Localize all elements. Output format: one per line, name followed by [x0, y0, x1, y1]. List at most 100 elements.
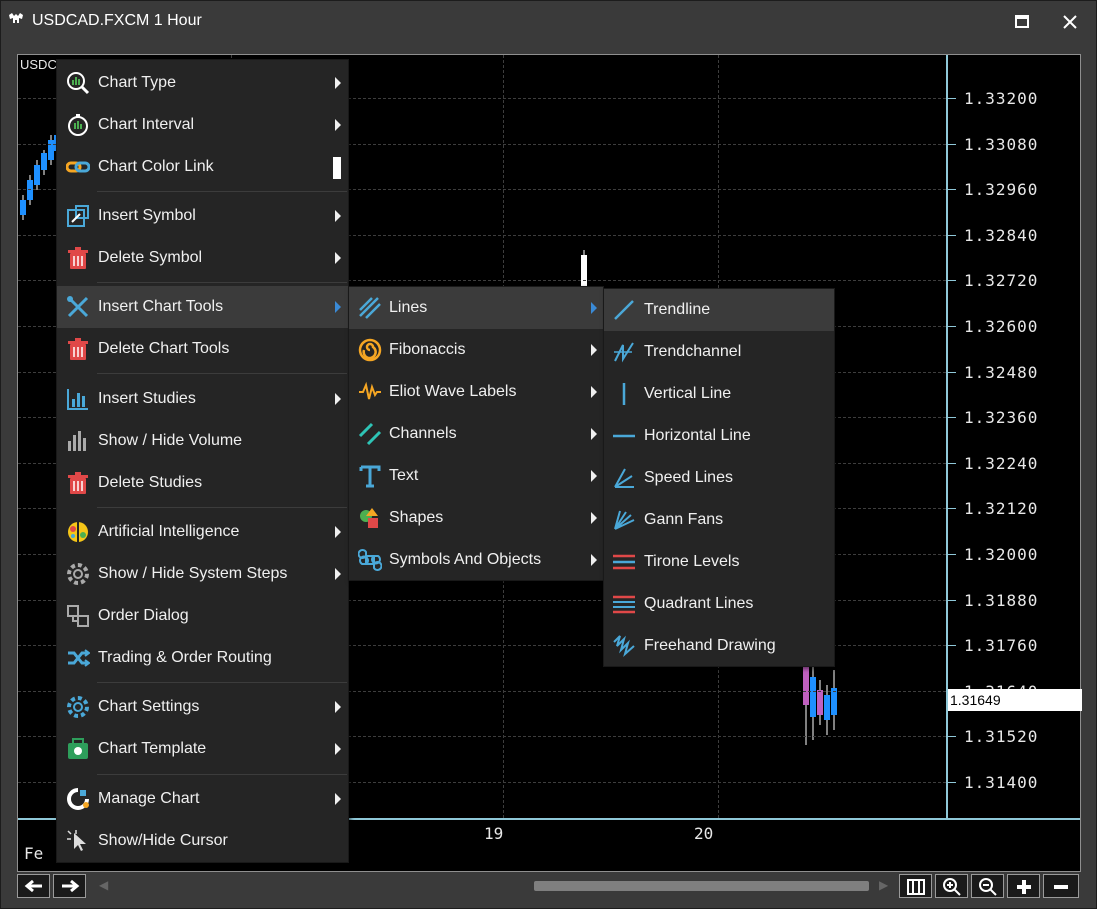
menu-item-label: Artificial Intelligence — [98, 523, 240, 540]
zoom-out-button[interactable] — [971, 874, 1004, 898]
time-tick-label: Fe — [24, 844, 44, 863]
menu-item-insert-chart-tools[interactable]: Insert Chart Tools — [57, 286, 348, 328]
maximize-button[interactable] — [1008, 9, 1036, 35]
template-icon — [68, 738, 88, 759]
submenu-arrow-icon — [591, 470, 597, 482]
lines-icon — [359, 297, 381, 319]
submenu-item-label: Text — [389, 467, 419, 484]
menu-item-chart-interval[interactable]: Chart Interval — [57, 104, 348, 146]
menu-separator — [97, 191, 347, 192]
menu-item-delete-symbol[interactable]: Delete Symbol — [57, 237, 348, 279]
lines-item-label: Vertical Line — [644, 385, 732, 402]
menu-item-delete-studies[interactable]: Delete Studies — [57, 462, 348, 504]
fit-button[interactable] — [899, 874, 932, 898]
maximize-icon — [1015, 15, 1029, 28]
menu-item-chart-settings[interactable]: Chart Settings — [57, 686, 348, 728]
gear-steps-icon — [67, 563, 89, 585]
submenu-item-eliot-wave-labels[interactable]: Eliot Wave Labels — [349, 371, 603, 413]
window-title: USDCAD.FXCM 1 Hour — [32, 12, 202, 29]
candle-body — [34, 165, 40, 185]
price-axis[interactable]: 1.33200 1.33080 1.32960 1.32840 1.32720 1.326… — [946, 55, 1082, 818]
plus-icon — [1016, 880, 1031, 894]
zoom-in-icon — [942, 878, 961, 896]
submenu-arrow-icon — [335, 743, 341, 755]
menu-item-label: Trading & Order Routing — [98, 649, 272, 666]
close-button[interactable] — [1056, 9, 1084, 35]
price-tick-label: 1.33080 — [964, 135, 1039, 154]
candle-body — [27, 180, 33, 200]
submenu-arrow-icon — [335, 701, 341, 713]
lines-item-label: Gann Fans — [644, 511, 724, 528]
menu-item-show-hide-cursor[interactable]: Show/Hide Cursor — [57, 820, 348, 862]
time-tick-label: 20 — [694, 824, 714, 843]
decrease-button[interactable] — [1043, 874, 1079, 898]
scrollbar-thumb[interactable] — [534, 881, 869, 891]
menu-item-chart-color-link[interactable]: Chart Color Link — [57, 146, 348, 188]
price-tick-label: 1.31400 — [964, 773, 1039, 792]
lines-item-horizontal-line[interactable]: Horizontal Line — [604, 415, 834, 457]
lines-item-trendchannel[interactable]: Trendchannel — [604, 331, 834, 373]
scroll-right-button[interactable] — [53, 874, 86, 898]
submenu-arrow-icon — [591, 512, 597, 524]
menu-item-chart-type[interactable]: Chart Type — [57, 62, 348, 104]
scroll-right-arrow-icon[interactable]: ▶ — [879, 878, 888, 892]
lines-item-label: Trendline — [644, 301, 711, 318]
gann-fan-icon — [614, 510, 635, 530]
lines-item-speed-lines[interactable]: Speed Lines — [604, 457, 834, 499]
submenu-item-channels[interactable]: Channels — [349, 413, 603, 455]
lines-item-freehand-drawing[interactable]: Freehand Drawing — [604, 625, 834, 667]
submenu-arrow-icon — [335, 301, 341, 313]
increase-button[interactable] — [1007, 874, 1040, 898]
submenu-arrow-icon — [335, 119, 341, 131]
submenu-item-label: Fibonaccis — [389, 341, 466, 358]
freehand-icon — [613, 635, 635, 657]
zoom-in-button[interactable] — [935, 874, 968, 898]
chart-type-magnifier-icon — [67, 72, 90, 95]
command-symbol-icon — [357, 549, 383, 571]
title-bar[interactable]: USDCAD.FXCM 1 Hour — [1, 1, 1096, 43]
submenu-item-shapes[interactable]: Shapes — [349, 497, 603, 539]
menu-item-delete-chart-tools[interactable]: Delete Chart Tools — [57, 328, 348, 370]
menu-item-chart-template[interactable]: Chart Template — [57, 728, 348, 770]
scroll-left-button[interactable] — [17, 874, 50, 898]
menu-item-manage-chart[interactable]: Manage Chart — [57, 778, 348, 820]
scroll-left-arrow-icon[interactable]: ◀ — [99, 878, 108, 892]
submenu-item-text[interactable]: Text — [349, 455, 603, 497]
candle-body — [20, 200, 26, 215]
volume-bars-icon — [68, 431, 86, 451]
lines-item-tirone-levels[interactable]: Tirone Levels — [604, 541, 834, 583]
menu-item-insert-symbol[interactable]: Insert Symbol — [57, 195, 348, 237]
menu-item-show-hide-volume[interactable]: Show / Hide Volume — [57, 420, 348, 462]
menu-item-show-hide-system-steps[interactable]: Show / Hide System Steps — [57, 553, 348, 595]
horizontal-scrollbar[interactable]: ◀ ▶ — [99, 878, 889, 894]
submenu-arrow-icon — [335, 77, 341, 89]
menu-item-artificial-intelligence[interactable]: Artificial Intelligence — [57, 511, 348, 553]
color-link-swatch[interactable] — [333, 157, 341, 179]
lines-item-vertical-line[interactable]: Vertical Line — [604, 373, 834, 415]
menu-item-insert-studies[interactable]: Insert Studies — [57, 378, 348, 420]
arrow-right-icon — [61, 879, 79, 893]
submenu-arrow-icon — [335, 210, 341, 222]
menu-item-label: Insert Symbol — [98, 207, 196, 224]
price-tick-label: 1.32480 — [964, 363, 1039, 382]
candle-body — [41, 153, 47, 170]
menu-item-label: Insert Chart Tools — [98, 298, 224, 315]
price-tick — [948, 463, 956, 464]
submenu-item-lines[interactable]: Lines — [349, 287, 603, 329]
routing-arrows-icon — [68, 649, 91, 667]
menu-item-order-dialog[interactable]: Order Dialog — [57, 595, 348, 637]
price-tick-label: 1.32120 — [964, 499, 1039, 518]
submenu-item-symbols-and-objects[interactable]: Symbols And Objects — [349, 539, 603, 581]
lines-item-trendline[interactable]: Trendline — [604, 289, 834, 331]
manage-chart-icon — [67, 788, 89, 810]
menu-item-trading-order-routing[interactable]: Trading & Order Routing — [57, 637, 348, 679]
submenu-item-label: Symbols And Objects — [389, 551, 542, 568]
candle-body — [803, 665, 809, 705]
trash-icon — [68, 472, 88, 494]
menu-item-label: Delete Chart Tools — [98, 340, 230, 357]
lines-item-gann-fans[interactable]: Gann Fans — [604, 499, 834, 541]
submenu-item-fibonaccis[interactable]: Fibonaccis — [349, 329, 603, 371]
chain-link-icon — [65, 161, 91, 173]
channels-icon — [358, 422, 382, 446]
lines-item-quadrant-lines[interactable]: Quadrant Lines — [604, 583, 834, 625]
